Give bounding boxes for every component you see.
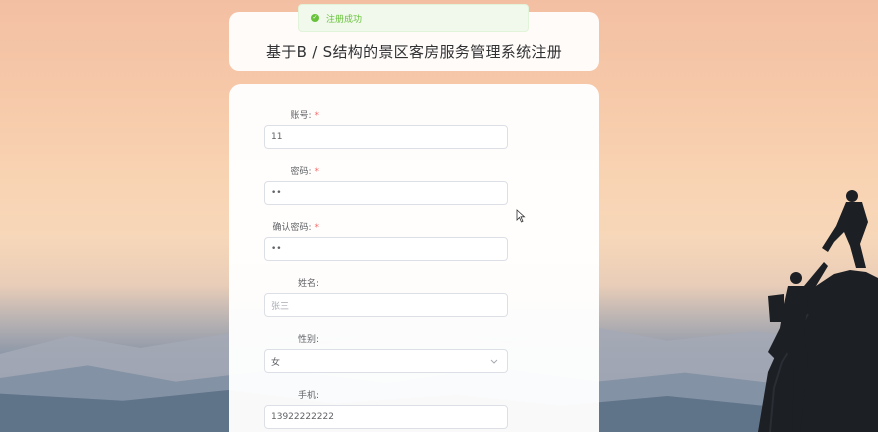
account-input[interactable]: 11 — [264, 125, 508, 149]
name-input[interactable]: 张三 — [264, 293, 508, 317]
check-circle-icon: ✓ — [311, 14, 319, 22]
phone-label: 手机: — [297, 391, 319, 401]
password-input[interactable]: •• — [264, 181, 508, 205]
confirm-password-label: 确认密码: * — [272, 223, 320, 233]
page-title: 基于B / S结构的景区客房服务管理系统注册 — [265, 43, 562, 61]
password-label: 密码: * — [290, 167, 320, 177]
gender-select[interactable]: 女 — [264, 349, 508, 373]
climbers-silhouette — [758, 190, 878, 432]
required-mark: * — [314, 111, 320, 121]
phone-input[interactable]: 13922222222 — [264, 405, 508, 429]
required-mark: * — [314, 223, 320, 233]
name-label: 姓名: — [297, 279, 319, 289]
success-toast: ✓ 注册成功 — [298, 4, 529, 32]
confirm-password-input[interactable]: •• — [264, 237, 508, 261]
mouse-cursor-icon — [516, 209, 526, 223]
required-mark: * — [314, 167, 320, 177]
account-label: 账号: * — [290, 111, 320, 121]
toast-message: 注册成功 — [326, 14, 363, 25]
chevron-down-icon — [490, 359, 498, 364]
gender-label: 性别: — [297, 335, 319, 345]
registration-form: 账号: * 11 密码: * •• 确认密码: * •• 姓名: 张三 性别: 女 手… — [229, 84, 599, 432]
